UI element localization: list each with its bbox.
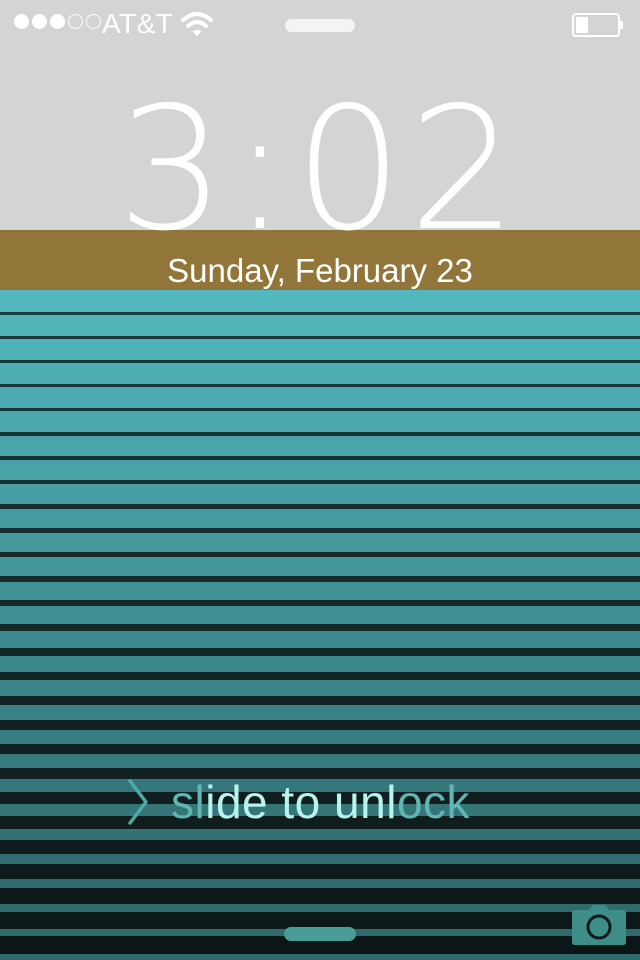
earpiece-indicator	[285, 19, 355, 32]
signal-strength-icon	[14, 14, 101, 29]
signal-dot	[68, 14, 83, 29]
clock-time: 3:02	[117, 71, 523, 269]
control-center-grabber[interactable]	[284, 927, 356, 941]
slide-to-unlock-label: slide to unlock	[171, 776, 471, 828]
wifi-icon	[181, 12, 213, 36]
clock-date: Sunday, February 23	[167, 252, 473, 289]
signal-dot	[86, 14, 101, 29]
slide-to-unlock[interactable]: slide to unlock	[125, 772, 470, 832]
battery-icon	[572, 13, 623, 37]
lock-screen: AT&T 3:02 Sunday, February 23 slide to u…	[0, 0, 640, 960]
chevron-right-icon	[128, 779, 148, 825]
signal-dot	[14, 14, 29, 29]
carrier-name: AT&T	[102, 8, 174, 39]
camera-icon[interactable]	[571, 904, 627, 946]
signal-dot	[50, 14, 65, 29]
signal-dot	[32, 14, 47, 29]
wallpaper-stripes	[0, 290, 640, 960]
status-bar: AT&T	[0, 0, 640, 48]
